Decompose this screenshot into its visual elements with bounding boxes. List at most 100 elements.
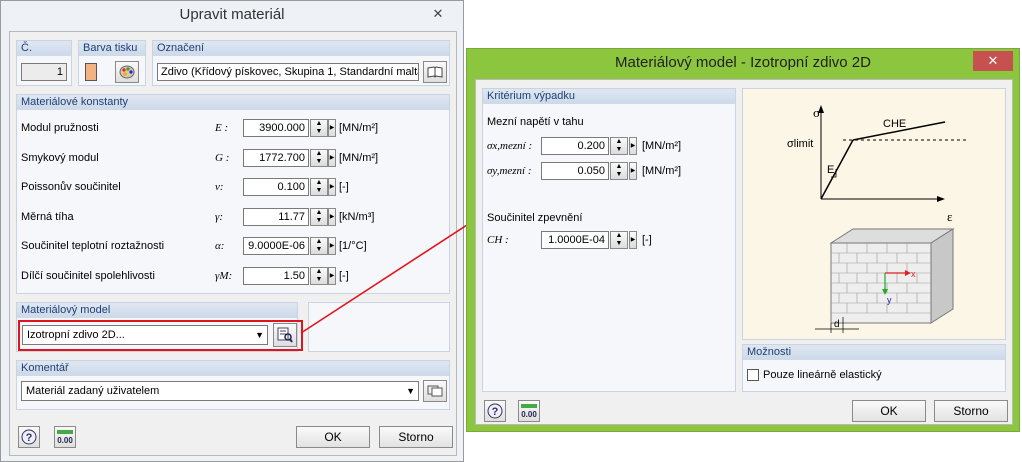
constant-value-field[interactable]: 3900.000 [243, 119, 309, 137]
stress-strain-diagram: σ ε σlimit CHE E x y d [742, 88, 1006, 340]
e-label: E [827, 164, 834, 176]
constant-symbol: γM: [215, 270, 233, 282]
help-button[interactable]: ? [484, 400, 506, 422]
dialog-body: Č. 1 Barva tisku Označení Zdivo (Křídový… [9, 31, 457, 456]
comment-library-button[interactable] [423, 380, 447, 402]
designation-field[interactable]: Zdivo (Křídový pískovec, Skupina 1, Stan… [157, 63, 419, 81]
options-label: Možnosti [743, 345, 1005, 360]
ch-spinner[interactable]: ▲ ▼ [610, 231, 628, 249]
book-icon [427, 66, 443, 78]
help-icon: ? [487, 403, 503, 419]
help-icon: ? [21, 429, 37, 445]
constant-arrow[interactable]: ▶ [328, 208, 336, 226]
constant-symbol: E : [215, 122, 229, 134]
ok-button[interactable]: OK [852, 400, 926, 422]
failure-criterion-label: Kritérium výpadku [483, 89, 735, 104]
constant-label: Smykový modul [21, 152, 99, 164]
sigma-y-arrow[interactable]: ▶ [629, 162, 637, 180]
comment-select[interactable]: Materiál zadaný uživatelem ▼ [21, 381, 419, 401]
sigma-x-field[interactable]: 0.200 [541, 137, 609, 155]
constant-arrow[interactable]: ▶ [328, 178, 336, 196]
constant-symbol: γ: [215, 211, 223, 223]
material-model-label: Materiálový model [17, 303, 297, 318]
constant-spinner[interactable]: ▲ ▼ [310, 208, 328, 226]
ch-arrow[interactable]: ▶ [629, 231, 637, 249]
svg-text:0.00: 0.00 [521, 410, 537, 419]
chevron-down-icon: ▼ [255, 330, 264, 340]
ok-button[interactable]: OK [296, 426, 370, 448]
help-button[interactable]: ? [18, 426, 40, 448]
designation-group: Označení Zdivo (Křídový pískovec, Skupin… [152, 40, 450, 86]
sigma-x-unit: [MN/m²] [642, 140, 682, 152]
constant-arrow[interactable]: ▶ [328, 119, 336, 137]
constant-spinner[interactable]: ▲ ▼ [310, 149, 328, 167]
x-axis-label: x [911, 269, 916, 279]
palette-icon [119, 65, 135, 79]
constant-arrow[interactable]: ▶ [328, 237, 336, 255]
elastic-only-checkbox[interactable] [747, 369, 759, 381]
material-model-select[interactable]: Izotropní zdivo 2D... ▼ [22, 325, 268, 345]
svg-text:?: ? [26, 432, 33, 444]
failure-criterion-group: Kritérium výpadku Mezní napětí v tahu σx… [482, 88, 736, 392]
constant-label: Měrná tíha [21, 211, 74, 223]
constant-value-field[interactable]: 1.50 [243, 267, 309, 285]
elastic-only-label: Pouze lineárně elastický [763, 369, 882, 381]
masonry-wall-graphic: x y d [815, 228, 955, 333]
d-label: d [834, 319, 840, 330]
comment-group: Komentář Materiál zadaný uživatelem ▼ [16, 360, 450, 410]
constant-unit: [MN/m²] [339, 152, 379, 164]
constant-symbol: G : [215, 152, 230, 164]
constant-label: Dílčí součinitel spolehlivosti [21, 270, 155, 282]
print-color-label: Barva tisku [79, 41, 145, 56]
chevron-down-icon: ▼ [406, 386, 415, 396]
sigma-y-field[interactable]: 0.050 [541, 162, 609, 180]
constant-value-field[interactable]: 11.77 [243, 208, 309, 226]
constant-arrow[interactable]: ▶ [328, 267, 336, 285]
designation-label: Označení [153, 41, 449, 56]
constant-spinner[interactable]: ▲ ▼ [310, 267, 328, 285]
close-button[interactable]: ✕ [421, 4, 455, 24]
constant-value-field[interactable]: 1772.700 [243, 149, 309, 167]
sigma-x-arrow[interactable]: ▶ [629, 137, 637, 155]
constant-arrow[interactable]: ▶ [328, 149, 336, 167]
hardening-label: Součinitel zpevnění [487, 212, 583, 224]
print-color-swatch[interactable] [85, 63, 97, 81]
library-button[interactable] [423, 61, 447, 83]
units-button[interactable]: 0.00 [54, 426, 76, 448]
number-label: Č. [17, 41, 71, 56]
dialog-title: Materiálový model - Izotropní zdivo 2D [615, 54, 871, 71]
number-field[interactable]: 1 [21, 63, 67, 81]
constant-unit: [1/°C] [339, 240, 367, 252]
diagram-graphic: σ ε σlimit CHE E x y d [787, 105, 969, 333]
constant-value-field[interactable]: 0.100 [243, 178, 309, 196]
svg-text:?: ? [492, 406, 499, 418]
constant-symbol: α: [215, 240, 225, 252]
sigma-y-unit: [MN/m²] [642, 165, 682, 177]
edit-material-dialog: Upravit materiál ✕ Č. 1 Barva tisku Ozna… [0, 0, 464, 462]
y-axis-label: y [887, 295, 892, 305]
ch-field[interactable]: 1.0000E-04 [541, 231, 609, 249]
sigma-y-symbol: σy,mezní : [487, 165, 532, 177]
sigma-x-symbol: σx,mezní : [487, 140, 533, 152]
edit-material-model-button[interactable] [273, 323, 297, 347]
sigma-y-spinner[interactable]: ▲ ▼ [610, 162, 628, 180]
units-button[interactable]: 0.00 [518, 400, 540, 422]
ch-unit: [-] [642, 234, 652, 246]
print-color-group: Barva tisku [78, 40, 146, 86]
comment-library-icon [427, 385, 443, 397]
material-constants-group: Materiálové konstanty Modul pružnosti E :… [16, 94, 450, 294]
sigma-axis-label: σ [813, 105, 820, 120]
constant-spinner[interactable]: ▲ ▼ [310, 178, 328, 196]
sigma-x-spinner[interactable]: ▲ ▼ [610, 137, 628, 155]
ch-symbol: CH : [487, 234, 509, 246]
close-button[interactable]: ✕ [973, 51, 1013, 71]
constant-unit: [kN/m³] [339, 211, 375, 223]
constant-value-field[interactable]: 9.0000E-06 [243, 237, 309, 255]
cancel-button[interactable]: Storno [379, 426, 453, 448]
tensile-limit-label: Mezní napětí v tahu [487, 116, 584, 128]
constant-spinner[interactable]: ▲ ▼ [310, 119, 328, 137]
cancel-button[interactable]: Storno [934, 400, 1008, 422]
constant-spinner[interactable]: ▲ ▼ [310, 237, 328, 255]
palette-button[interactable] [115, 61, 139, 83]
che-label: CHE [883, 118, 906, 130]
